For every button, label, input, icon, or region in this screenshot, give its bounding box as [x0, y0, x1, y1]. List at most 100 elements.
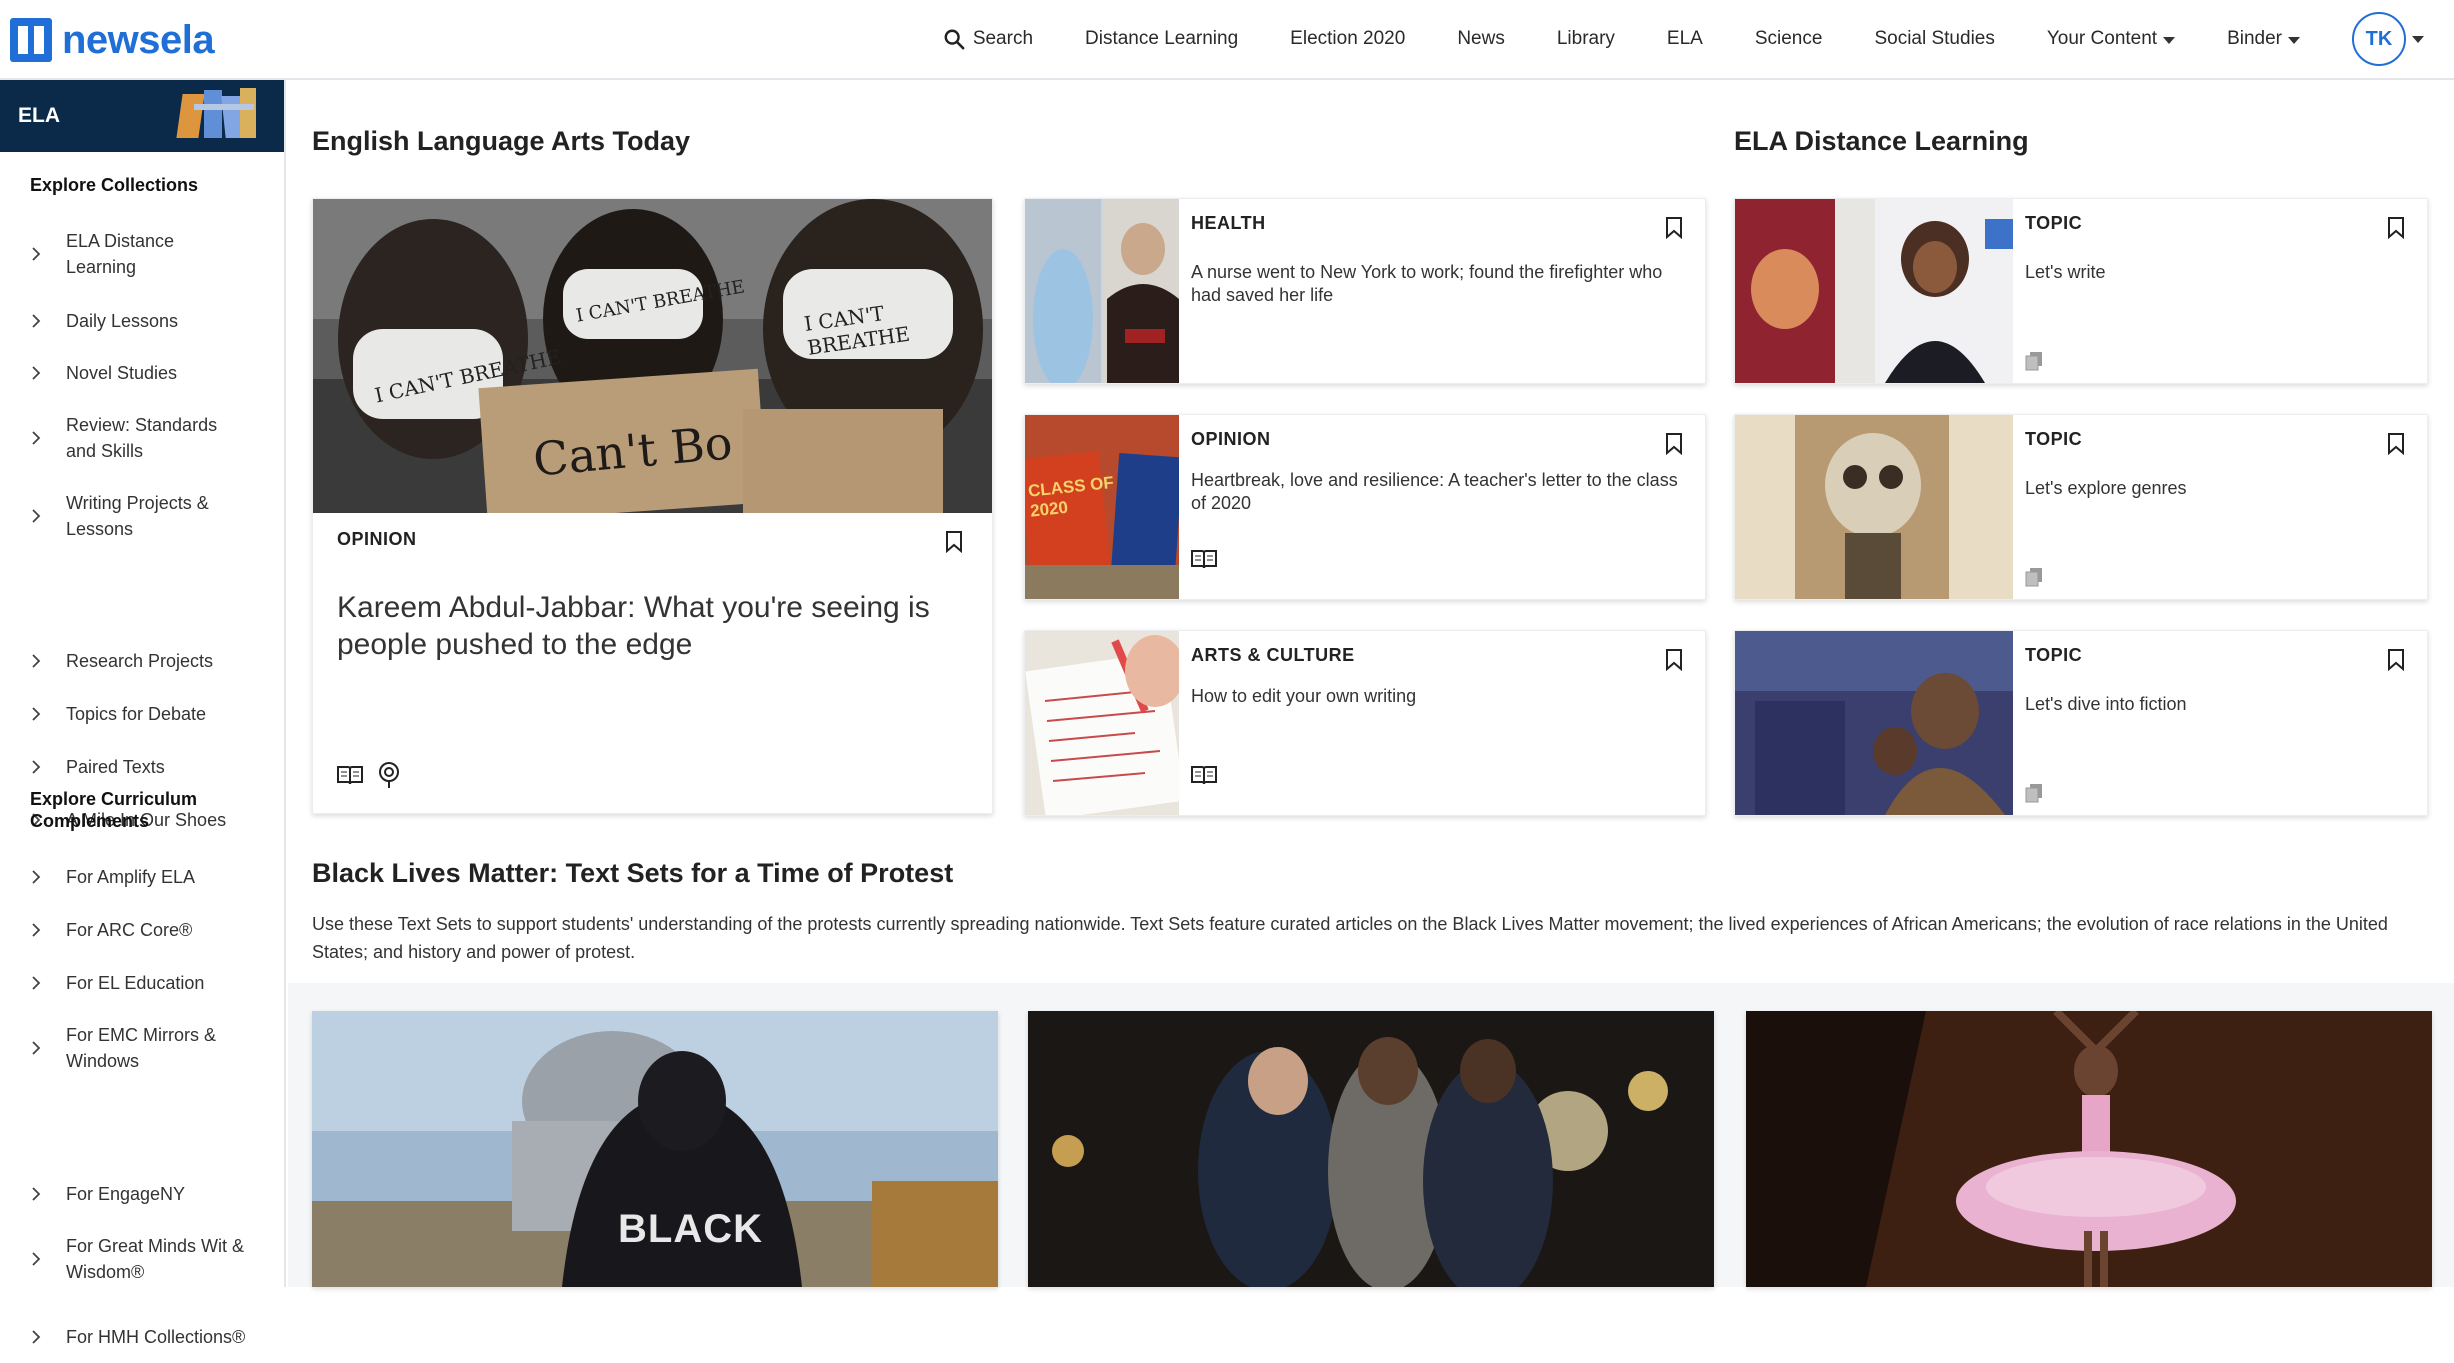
topic-category: TOPIC — [2025, 645, 2083, 665]
sidebar-item-el-education[interactable]: For EL Education — [0, 970, 260, 996]
topic-category: TOPIC — [2025, 429, 2083, 449]
chevron-right-icon — [32, 654, 41, 668]
nav-library[interactable]: Library — [1557, 28, 1615, 50]
sidebar: ELA Explore Collections ELA Distance Lea… — [0, 80, 286, 1347]
sidebar-collections: Explore Collections — [0, 174, 284, 196]
nav-your-content-dropdown[interactable]: Your Content — [2046, 28, 2176, 50]
text-set-card-ballet[interactable] — [1746, 1011, 2432, 1287]
newsela-logo[interactable]: newsela — [10, 12, 215, 68]
audio-icon — [379, 762, 399, 788]
article-title[interactable]: A nurse went to New York to work; found … — [1191, 261, 1691, 307]
article-title[interactable]: How to edit your own writing — [1191, 685, 1691, 708]
sidebar-item-daily-lessons[interactable]: Daily Lessons — [0, 308, 260, 334]
sidebar-item-writing-projects[interactable]: Writing Projects & Lessons — [0, 490, 260, 542]
sidebar-item-arc-core[interactable]: For ARC Core® — [0, 917, 260, 943]
topic-category: TOPIC — [2025, 213, 2083, 233]
sidebar-item-label: For EL Education — [66, 973, 205, 993]
book-icon — [1191, 550, 1217, 569]
nav-science[interactable]: Science — [1755, 28, 1823, 50]
sidebar-title: ELA — [18, 104, 60, 127]
section-title-ela-today: English Language Arts Today — [312, 126, 691, 156]
text-set-icon — [2025, 568, 2042, 587]
sidebar-item-ela-distance-learning[interactable]: ELA Distance Learning — [0, 228, 260, 280]
bookmark-icon[interactable] — [2387, 217, 2405, 239]
collections-heading: Explore Collections — [30, 175, 199, 195]
sidebar-item-research-projects[interactable]: Research Projects — [0, 648, 260, 674]
topic-card-explore-genres[interactable]: TOPIC Let's explore genres — [1734, 414, 2428, 600]
user-menu[interactable]: TK — [2352, 12, 2424, 66]
topic-card-lets-write[interactable]: TOPIC Let's write — [1734, 198, 2428, 384]
chevron-right-icon — [32, 1041, 41, 1055]
bookmark-icon[interactable] — [2387, 649, 2405, 671]
article-category: OPINION — [1191, 429, 1271, 449]
nurse-firefighter-image — [1025, 199, 1179, 383]
explore-genres-image — [1735, 415, 2013, 599]
article-category: HEALTH — [1191, 213, 1266, 233]
featured-article-card[interactable]: I CAN'T BREATHE I CAN'T BREATHE I CAN'T … — [312, 198, 993, 814]
sidebar-item-paired-texts[interactable]: Paired Texts — [0, 754, 260, 780]
chevron-right-icon — [32, 1252, 41, 1266]
bookmark-icon[interactable] — [945, 531, 963, 553]
chevron-down-icon — [2163, 37, 2176, 44]
sidebar-item-label: Daily Lessons — [66, 311, 179, 331]
nav-social-studies[interactable]: Social Studies — [1874, 28, 1994, 50]
night-protest-image — [1028, 1011, 1714, 1287]
chevron-right-icon — [32, 314, 41, 328]
search-label: Search — [972, 28, 1034, 49]
article-title[interactable]: Heartbreak, love and resilience: A teach… — [1191, 469, 1691, 515]
hoodie-text: BLACK — [618, 1207, 763, 1251]
sidebar-item-label: Writing Projects & Lessons — [66, 493, 209, 539]
chevron-right-icon — [32, 509, 41, 523]
featured-title[interactable]: Kareem Abdul-Jabbar: What you're seeing … — [337, 589, 937, 663]
top-navigation-bar: newsela Search Distance Learning Electio… — [0, 0, 2454, 80]
section-title-ela-distance: ELA Distance Learning — [1734, 126, 2029, 156]
sidebar-item-engageny[interactable]: For EngageNY — [0, 1181, 260, 1207]
sidebar-item-review-standards[interactable]: Review: Standards and Skills — [0, 412, 260, 464]
nav-news[interactable]: News — [1457, 28, 1505, 50]
sidebar-item-label: For Amplify ELA — [66, 867, 196, 887]
bookmark-icon[interactable] — [2387, 433, 2405, 455]
text-set-icon — [2025, 784, 2042, 803]
nav-binder-dropdown[interactable]: Binder — [2227, 28, 2300, 50]
bookmark-icon[interactable] — [1665, 217, 1683, 239]
text-set-card-protest-arrest[interactable] — [1028, 1011, 1714, 1287]
chevron-right-icon — [32, 1330, 41, 1344]
text-set-card-black-lives[interactable]: BLACK — [312, 1011, 998, 1287]
sidebar-item-topics-for-debate[interactable]: Topics for Debate — [0, 701, 260, 727]
chevron-right-icon — [32, 366, 41, 380]
sidebar-item-novel-studies[interactable]: Novel Studies — [0, 360, 260, 386]
bookmark-icon[interactable] — [1665, 433, 1683, 455]
nav-distance-learning[interactable]: Distance Learning — [1085, 28, 1238, 50]
sidebar-header: ELA — [0, 80, 284, 152]
main-content: English Language Arts Today ELA Distance… — [288, 80, 2454, 1287]
your-content-label: Your Content — [2046, 28, 2158, 49]
topic-title[interactable]: Let's write — [2025, 261, 2365, 284]
books-illustration-icon — [154, 84, 274, 148]
sidebar-item-hmh-collections[interactable]: For HMH Collections® — [0, 1311, 260, 1363]
chevron-down-icon — [2412, 35, 2424, 43]
sidebar-item-amplify-ela[interactable]: For Amplify ELA — [0, 864, 260, 890]
sidebar-item-great-minds[interactable]: For Great Minds Wit & Wisdom® — [0, 1233, 260, 1285]
search-icon — [944, 29, 965, 50]
sidebar-item-label: For EMC Mirrors & Windows — [66, 1025, 216, 1071]
nav-search[interactable]: Search — [943, 28, 1033, 50]
sidebar-item-label: Paired Texts — [66, 757, 165, 777]
article-card-arts-culture[interactable]: ARTS & CULTURE How to edit your own writ… — [1024, 630, 1706, 816]
topic-title[interactable]: Let's dive into fiction — [2025, 693, 2365, 716]
sidebar-item-label: For EngageNY — [66, 1184, 186, 1204]
topic-card-dive-into-fiction[interactable]: TOPIC Let's dive into fiction — [1734, 630, 2428, 816]
lets-write-image — [1735, 199, 2013, 383]
sidebar-item-emc-mirrors[interactable]: For EMC Mirrors & Windows — [0, 1022, 260, 1074]
chevron-right-icon — [32, 247, 41, 261]
sidebar-item-label: Research Projects — [66, 651, 214, 671]
nav-ela[interactable]: ELA — [1667, 28, 1703, 50]
topic-title[interactable]: Let's explore genres — [2025, 477, 2365, 500]
article-card-opinion[interactable]: CLASS OF 2020 OPINION Heartbreak, love a… — [1024, 414, 1706, 600]
sidebar-item-label: For Great Minds Wit & Wisdom® — [66, 1236, 245, 1282]
bookmark-icon[interactable] — [1665, 649, 1683, 671]
blm-description: Use these Text Sets to support students'… — [312, 914, 2388, 962]
article-card-health[interactable]: HEALTH A nurse went to New York to work;… — [1024, 198, 1706, 384]
section-title-blm: Black Lives Matter: Text Sets for a Time… — [312, 858, 954, 888]
nav-election-2020[interactable]: Election 2020 — [1290, 28, 1405, 50]
editing-writing-image — [1025, 631, 1179, 815]
